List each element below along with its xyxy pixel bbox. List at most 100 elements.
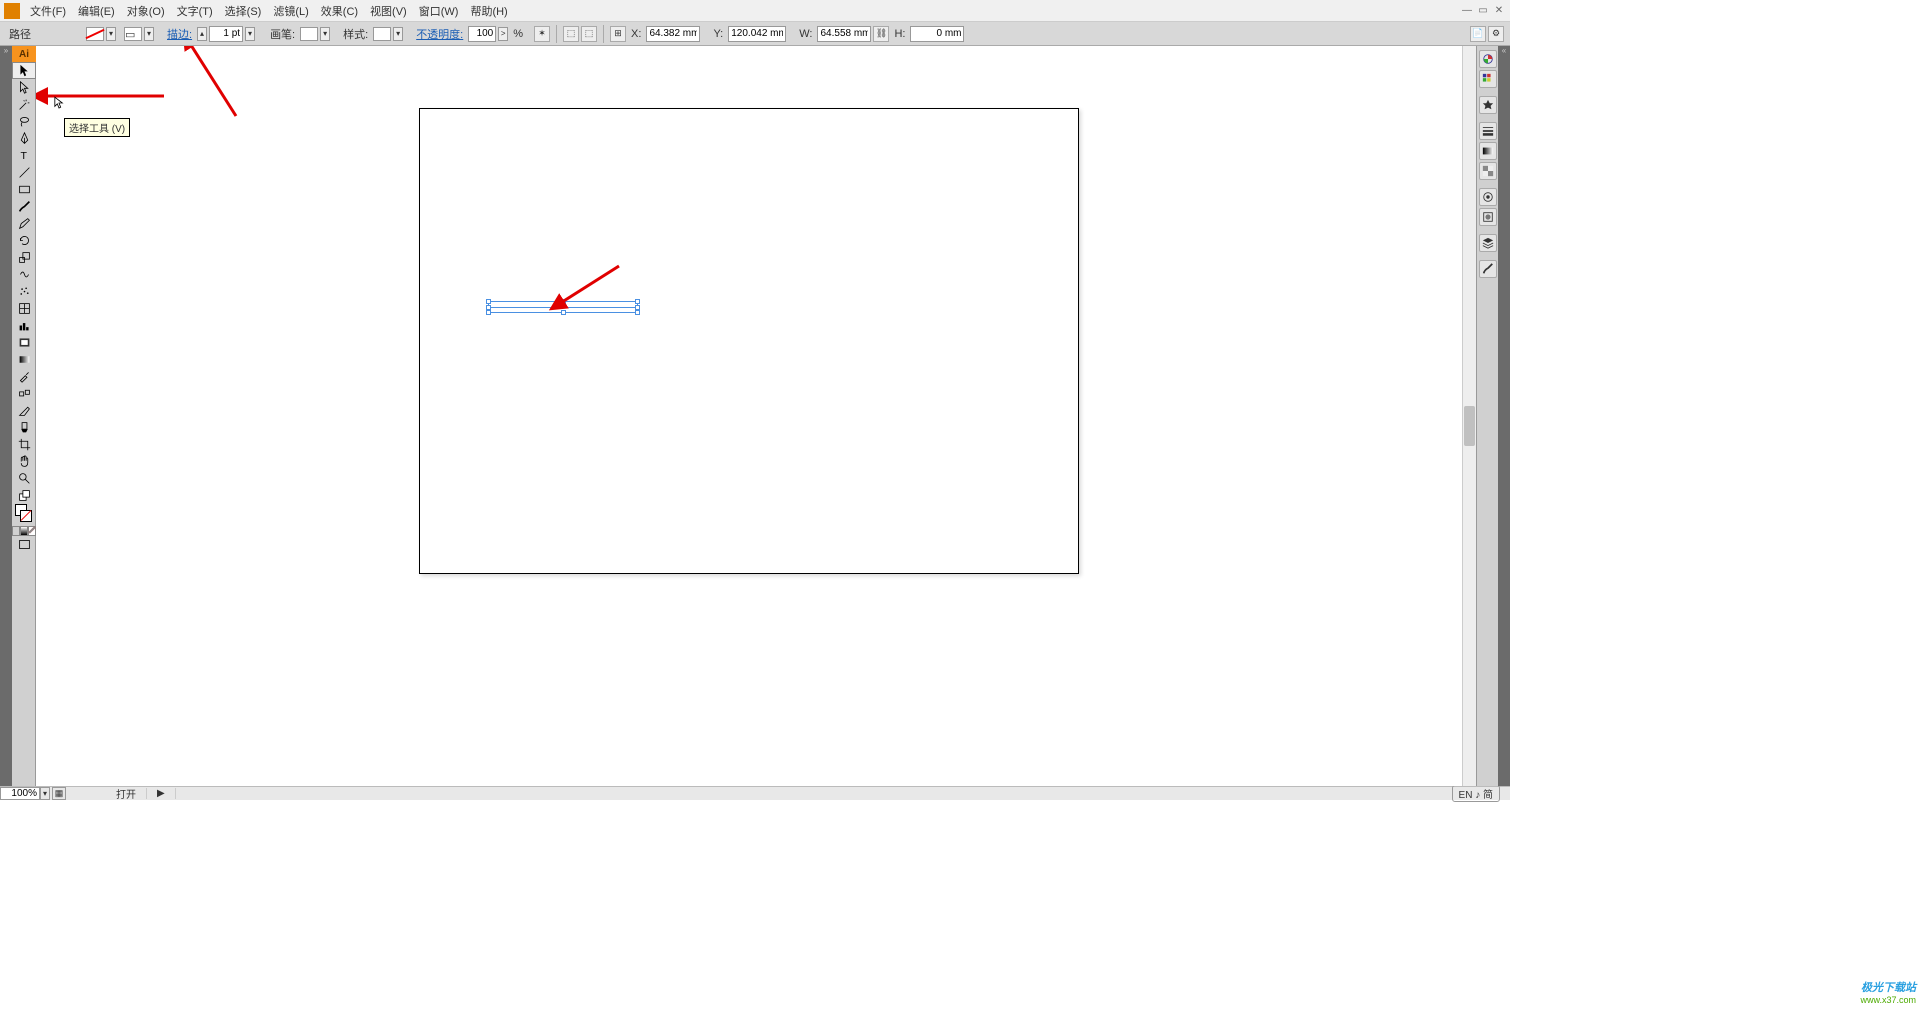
stroke-swatch[interactable]: ▭ [124, 27, 142, 41]
stroke-weight-stepper[interactable]: ▴ [197, 27, 207, 41]
zoom-input[interactable] [0, 787, 40, 800]
transparency-panel-icon[interactable] [1479, 162, 1497, 180]
menu-window[interactable]: 窗口(W) [413, 1, 465, 21]
menu-edit[interactable]: 编辑(E) [72, 1, 121, 21]
prefs-icon[interactable]: ⚙ [1488, 26, 1504, 42]
symbols-panel-icon[interactable] [1479, 96, 1497, 114]
blend-tool[interactable] [12, 385, 36, 402]
gradient-tool[interactable] [12, 351, 36, 368]
y-input[interactable] [728, 26, 786, 42]
rectangle-tool[interactable] [12, 181, 36, 198]
selected-object[interactable] [488, 301, 638, 313]
type-tool[interactable]: T [12, 147, 36, 164]
opacity-input[interactable] [468, 26, 496, 42]
restore-button[interactable]: ▭ [1476, 4, 1490, 18]
recolor-icon[interactable]: ✶ [534, 26, 550, 42]
gradient-panel-icon[interactable] [1479, 142, 1497, 160]
symbol-sprayer-tool[interactable] [12, 283, 36, 300]
line-tool[interactable] [12, 164, 36, 181]
style-dropdown[interactable]: ▾ [393, 27, 403, 41]
color-panel-icon[interactable] [1479, 50, 1497, 68]
pen-tool[interactable] [12, 130, 36, 147]
screen-mode-tool[interactable] [12, 536, 36, 553]
live-paint-tool[interactable] [12, 419, 36, 436]
rotate-tool[interactable] [12, 232, 36, 249]
stroke-color-swatch[interactable] [20, 510, 32, 522]
w-input[interactable] [817, 26, 871, 42]
stroke-panel-icon[interactable] [1479, 122, 1497, 140]
appearance-panel-icon[interactable] [1479, 188, 1497, 206]
fill-stroke-toggle-icon[interactable] [12, 487, 36, 504]
menu-file[interactable]: 文件(F) [24, 1, 72, 21]
link-wh-icon[interactable]: ⛓ [873, 26, 889, 42]
brushes-panel-icon[interactable] [1479, 260, 1497, 278]
status-play-icon[interactable]: ▶ [146, 788, 176, 799]
menu-bar: 文件(F) 编辑(E) 对象(O) 文字(T) 选择(S) 滤镜(L) 效果(C… [0, 0, 1510, 22]
scroll-thumb[interactable] [1464, 406, 1475, 446]
canvas[interactable]: 选择工具 (V) [36, 46, 1462, 786]
artboard-tool[interactable] [12, 334, 36, 351]
mesh-tool[interactable] [12, 300, 36, 317]
menu-select[interactable]: 选择(S) [219, 1, 268, 21]
pencil-tool[interactable] [12, 215, 36, 232]
resize-handle-bm[interactable] [561, 310, 566, 315]
stroke-dropdown[interactable]: ▾ [144, 27, 154, 41]
opacity-link[interactable]: 不透明度: [413, 26, 466, 42]
resize-handle-tl[interactable] [486, 299, 491, 304]
artboard-nav-icon[interactable]: ▦ [52, 787, 66, 800]
doc-setup-icon[interactable]: 📄 [1470, 26, 1486, 42]
warp-tool[interactable] [12, 266, 36, 283]
crop-tool[interactable] [12, 436, 36, 453]
slice-tool[interactable] [12, 402, 36, 419]
menu-help[interactable]: 帮助(H) [464, 1, 513, 21]
eyedropper-tool[interactable] [12, 368, 36, 385]
resize-handle-tm[interactable] [561, 299, 566, 304]
graphic-styles-panel-icon[interactable] [1479, 208, 1497, 226]
zoom-dropdown[interactable]: ▾ [40, 787, 50, 800]
zoom-tool[interactable] [12, 470, 36, 487]
lasso-tool[interactable] [12, 113, 36, 130]
resize-handle-bl[interactable] [486, 310, 491, 315]
resize-handle-br[interactable] [635, 310, 640, 315]
menu-filter[interactable]: 滤镜(L) [267, 1, 314, 21]
graph-tool[interactable] [12, 317, 36, 334]
language-badge[interactable]: EN ♪ 简 [1452, 785, 1500, 802]
swatches-panel-icon[interactable] [1479, 70, 1497, 88]
close-button[interactable]: ✕ [1492, 4, 1506, 18]
x-input[interactable] [646, 26, 700, 42]
left-dock-strip[interactable]: » [0, 46, 12, 786]
fill-swatch[interactable] [86, 27, 104, 41]
menu-view[interactable]: 视图(V) [364, 1, 413, 21]
anchor-icon[interactable]: ⊞ [610, 26, 626, 42]
fill-dropdown[interactable]: ▾ [106, 27, 116, 41]
layers-panel-icon[interactable] [1479, 234, 1497, 252]
minimize-button[interactable]: — [1460, 4, 1474, 18]
right-dock-strip[interactable]: « [1498, 46, 1510, 786]
resize-handle-tr[interactable] [635, 299, 640, 304]
magic-wand-tool[interactable] [12, 96, 36, 113]
stroke-weight-dropdown[interactable]: ▾ [245, 27, 255, 41]
h-input[interactable] [910, 26, 964, 42]
hand-tool[interactable] [12, 453, 36, 470]
opacity-dropdown[interactable]: > [498, 27, 508, 41]
expand-right-icon[interactable]: « [1498, 46, 1510, 54]
selection-tool[interactable] [12, 62, 36, 79]
vertical-scrollbar[interactable] [1462, 46, 1476, 786]
menu-object[interactable]: 对象(O) [121, 1, 171, 21]
stroke-weight-input[interactable] [209, 26, 243, 42]
open-mode-label[interactable]: 打开 [106, 786, 146, 801]
expand-left-icon[interactable]: » [0, 46, 12, 54]
scale-tool[interactable] [12, 249, 36, 266]
stroke-link[interactable]: 描边: [164, 26, 195, 42]
isolate-group-icon[interactable]: ⬚ [581, 26, 597, 42]
brush-dropdown[interactable]: ▾ [320, 27, 330, 41]
direct-selection-tool[interactable] [12, 79, 36, 96]
brush-swatch[interactable] [300, 27, 318, 41]
menu-text[interactable]: 文字(T) [171, 1, 219, 21]
isolate-icon[interactable]: ⬚ [563, 26, 579, 42]
menu-effect[interactable]: 效果(C) [315, 1, 364, 21]
color-mode-row[interactable] [12, 526, 36, 536]
brush-tool[interactable] [12, 198, 36, 215]
fill-stroke-swatches[interactable] [12, 504, 36, 526]
style-swatch[interactable] [373, 27, 391, 41]
